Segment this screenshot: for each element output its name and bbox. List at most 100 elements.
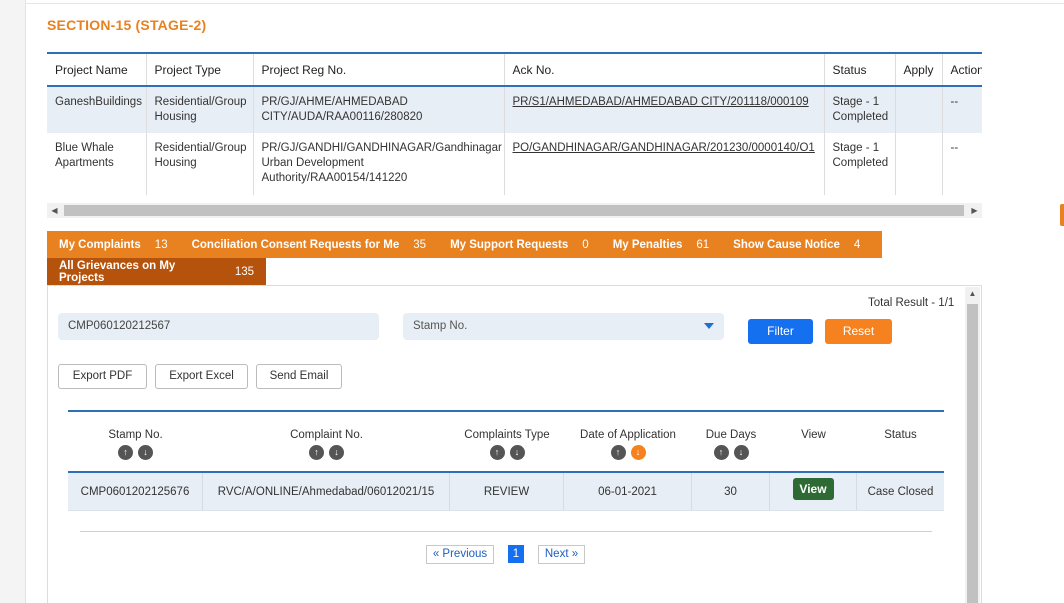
sort-asc-icon[interactable]: ↑ [610, 445, 626, 460]
grievance-tab-bar: My Complaints 13 Conciliation Consent Req… [47, 231, 882, 258]
project-type: Residential/Group Housing [146, 86, 254, 133]
scroll-right-icon[interactable]: ▶ [967, 203, 982, 218]
chevron-down-icon [704, 323, 714, 329]
tab-all-grievances-on-my-projects[interactable]: All Grievances on My Projects 135 [47, 258, 266, 285]
ack-no-link[interactable]: PO/GANDHINAGAR/GANDHINAGAR/201230/000014… [504, 133, 825, 195]
tab-conciliation-consent-requests[interactable]: Conciliation Consent Requests for Me 35 [180, 231, 438, 258]
sort-asc-icon[interactable]: ↑ [309, 445, 324, 460]
tab-show-cause-notice[interactable]: Show Cause Notice 4 [721, 231, 872, 258]
top-divider [26, 3, 1064, 4]
pagination-divider [80, 531, 932, 532]
page-number-button[interactable]: 1 [508, 545, 524, 563]
view-cell: View [770, 473, 857, 510]
complaint-no: RVC/A/ONLINE/Ahmedabad/06012021/15 [203, 473, 450, 510]
send-email-button[interactable]: Send Email [256, 364, 342, 389]
grievance-table-header: Stamp No. ↑ ↓ Complaint No. ↑ ↓ Complaints… [68, 412, 944, 473]
col-project-type: Project Type [146, 53, 254, 87]
project-type: Residential/Group Housing [146, 133, 254, 195]
project-status: Stage - 1 Completed [824, 86, 896, 133]
stamp-no: CMP0601202125676 [68, 473, 203, 510]
tab-label: My Complaints [59, 238, 141, 251]
sort-desc-icon[interactable]: ↓ [138, 445, 153, 460]
tab-my-penalties[interactable]: My Penalties 61 [601, 231, 721, 258]
project-apply [895, 133, 943, 195]
table-row: Blue Whale Apartments Residential/Group … [47, 133, 982, 195]
previous-page-button[interactable]: « Previous [426, 545, 494, 564]
sort-asc-icon[interactable]: ↑ [118, 445, 133, 460]
export-pdf-button[interactable]: Export PDF [58, 364, 147, 389]
project-reg-no: PR/GJ/GANDHI/GANDHINAGAR/Gandhinagar Urb… [253, 133, 505, 195]
table-row: CMP0601202125676 RVC/A/ONLINE/Ahmedabad/… [68, 473, 944, 511]
col-label: Status [884, 429, 917, 441]
tab-my-support-requests[interactable]: My Support Requests 0 [438, 231, 601, 258]
total-result: Total Result - 1/1 [868, 297, 955, 309]
view-button[interactable]: View [792, 478, 834, 500]
reset-button[interactable]: Reset [825, 319, 892, 344]
sort-desc-icon[interactable]: ↓ [329, 445, 344, 460]
sort-desc-icon[interactable]: ↓ [630, 445, 646, 460]
col-label: Complaint No. [290, 429, 363, 441]
tab-label: All Grievances on My Projects [59, 259, 176, 284]
col-date-of-application: Date of Application ↑ ↓ [564, 412, 692, 471]
sort-desc-icon[interactable]: ↓ [733, 445, 749, 460]
side-tab-marker[interactable] [1060, 204, 1064, 226]
project-table-container: Project Name Project Type Project Reg No… [47, 52, 982, 217]
sort-asc-icon[interactable]: ↑ [489, 445, 505, 460]
col-label: Due Days [705, 429, 757, 441]
date-of-application: 06-01-2021 [564, 473, 692, 510]
project-apply [895, 86, 943, 133]
project-action: -- [942, 86, 982, 133]
sort-desc-icon[interactable]: ↓ [509, 445, 525, 460]
col-complaint-no: Complaint No. ↑ ↓ [203, 412, 450, 471]
project-status: Stage - 1 Completed [824, 133, 896, 195]
col-complaints-type: Complaints Type ↑ ↓ [450, 412, 564, 471]
next-page-button[interactable]: Next » [538, 545, 585, 564]
grievance-table: Stamp No. ↑ ↓ Complaint No. ↑ ↓ Complaints… [68, 410, 944, 511]
col-project-reg-no: Project Reg No. [253, 53, 505, 87]
col-status: Status [857, 412, 944, 471]
section-title: SECTION-15 (STAGE-2) [47, 17, 207, 33]
col-view: View [770, 412, 857, 471]
horizontal-scrollbar[interactable]: ◀ ▶ [47, 203, 982, 218]
export-excel-button[interactable]: Export Excel [155, 364, 248, 389]
stamp-no-select[interactable]: Stamp No. [403, 313, 724, 340]
tab-my-complaints[interactable]: My Complaints 13 [47, 231, 180, 258]
project-table-header: Project Name Project Type Project Reg No… [47, 53, 982, 87]
project-table: Project Name Project Type Project Reg No… [47, 52, 982, 195]
tab-count: 13 [154, 238, 168, 251]
col-stamp-no: Stamp No. ↑ ↓ [68, 412, 203, 471]
col-status: Status [824, 53, 896, 87]
stamp-no-placeholder: Stamp No. [413, 320, 468, 332]
due-days: 30 [692, 473, 770, 510]
complaint-search-input[interactable]: CMP060120212567 [58, 313, 379, 340]
col-due-days: Due Days ↑ ↓ [692, 412, 770, 471]
table-row: GaneshBuildings Residential/Group Housin… [47, 86, 982, 133]
scroll-left-icon[interactable]: ◀ [47, 203, 62, 218]
vertical-scroll-thumb[interactable] [967, 304, 978, 603]
horizontal-scroll-thumb[interactable] [64, 205, 964, 216]
filter-button[interactable]: Filter [748, 319, 813, 344]
ack-no-link[interactable]: PR/S1/AHMEDABAD/AHMEDABAD CITY/201118/00… [504, 86, 825, 133]
project-name: Blue Whale Apartments [47, 133, 147, 195]
tab-count: 4 [853, 238, 861, 251]
scroll-up-icon[interactable]: ▲ [965, 289, 980, 301]
col-label: Date of Application [580, 429, 676, 441]
col-label: Stamp No. [108, 429, 163, 441]
tab-label: My Penalties [612, 238, 683, 251]
vertical-scrollbar[interactable]: ▲ [965, 287, 980, 603]
col-ack-no: Ack No. [504, 53, 825, 87]
project-reg-no: PR/GJ/AHME/AHMEDABAD CITY/AUDA/RAA00116/… [253, 86, 505, 133]
tab-label: My Support Requests [450, 238, 569, 251]
tab-label: Show Cause Notice [733, 238, 840, 251]
case-status: Case Closed [867, 485, 934, 498]
sort-asc-icon[interactable]: ↑ [713, 445, 729, 460]
col-action: Action [942, 53, 982, 87]
col-apply: Apply [895, 53, 943, 87]
tab-count: 61 [696, 238, 710, 251]
tab-count: 35 [413, 238, 427, 251]
tab-count: 135 [234, 265, 254, 278]
col-label: View [801, 429, 826, 441]
col-label: Complaints Type [464, 429, 550, 441]
project-name: GaneshBuildings [47, 86, 147, 133]
tab-count: 0 [582, 238, 589, 251]
